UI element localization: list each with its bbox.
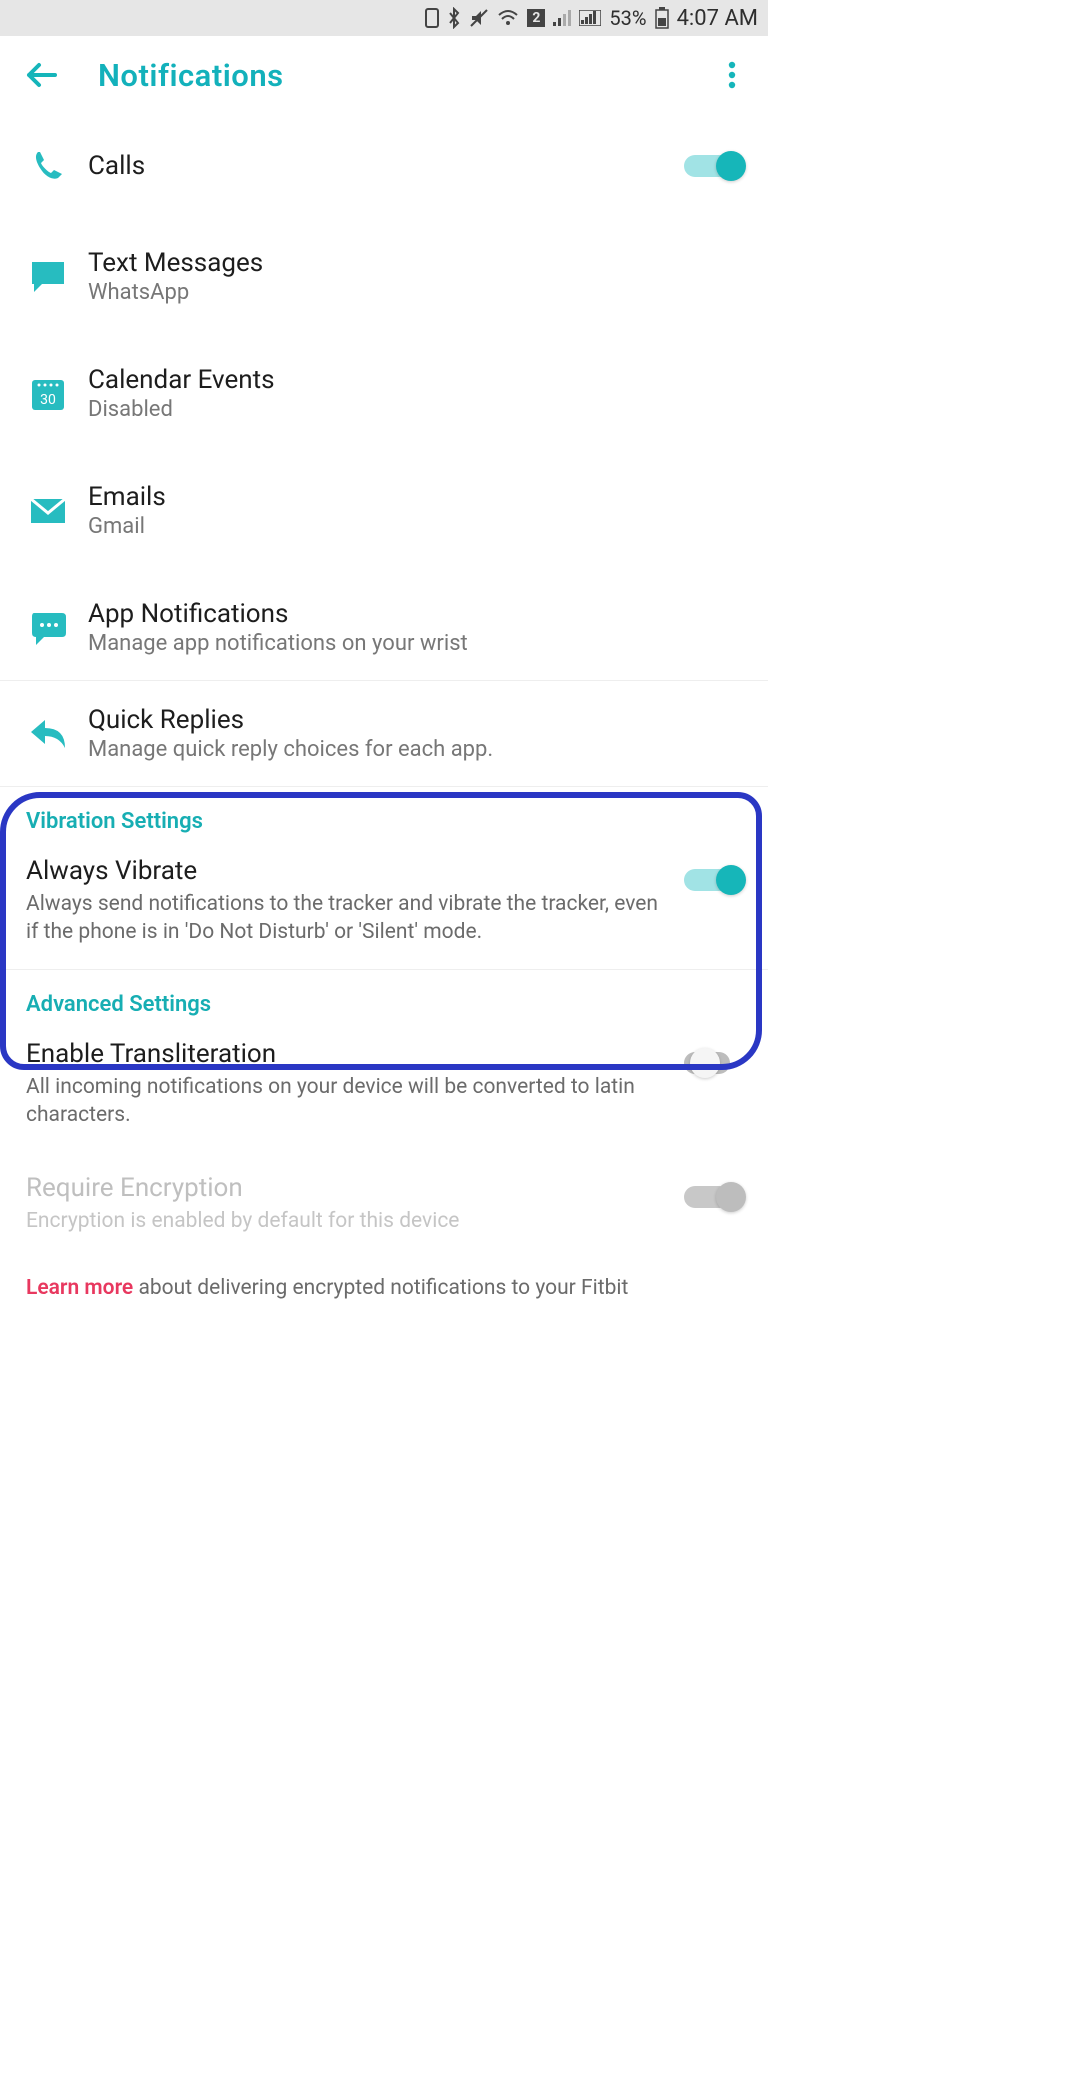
page-title: Notifications <box>98 57 284 94</box>
transliteration-title: Enable Transliteration <box>26 1039 668 1069</box>
text-messages-row[interactable]: Text Messages WhatsApp <box>0 212 768 329</box>
emails-title: Emails <box>88 482 742 512</box>
transliteration-desc: All incoming notifications on your devic… <box>26 1073 668 1130</box>
apps-sub: Manage app notifications on your wrist <box>88 631 742 656</box>
quick-title: Quick Replies <box>88 705 742 735</box>
learn-more-line: Learn more about delivering encrypted no… <box>0 1258 768 1306</box>
mail-icon <box>26 489 70 533</box>
svg-text:30: 30 <box>40 392 56 408</box>
encryption-title: Require Encryption <box>26 1173 668 1203</box>
app-notifications-row[interactable]: App Notifications Manage app notificatio… <box>0 563 768 681</box>
reply-icon <box>26 712 70 756</box>
always-vibrate-row[interactable]: Always Vibrate Always send notifications… <box>0 842 768 970</box>
encryption-row: Require Encryption Encryption is enabled… <box>0 1151 768 1257</box>
wifi-icon <box>497 9 519 27</box>
phone-icon <box>26 144 70 188</box>
calendar-row[interactable]: 30 Calendar Events Disabled <box>0 329 768 446</box>
app-header: Notifications <box>0 36 768 120</box>
encryption-toggle <box>684 1183 742 1211</box>
signal-icon <box>553 10 571 26</box>
device-icon <box>425 8 439 28</box>
chat-icon <box>26 255 70 299</box>
bluetooth-icon <box>447 7 461 29</box>
more-menu-button[interactable] <box>716 54 748 96</box>
battery-percent: 53% <box>609 6 646 30</box>
always-vibrate-toggle[interactable] <box>684 866 742 894</box>
signal-2-icon <box>579 10 601 26</box>
calls-title: Calls <box>88 151 684 181</box>
vibration-section-header: Vibration Settings <box>0 787 768 842</box>
mute-icon <box>469 8 489 28</box>
learn-more-link[interactable]: Learn more <box>26 1276 133 1300</box>
text-title: Text Messages <box>88 248 742 278</box>
sim-2-icon: 2 <box>527 9 545 27</box>
calendar-title: Calendar Events <box>88 365 742 395</box>
emails-sub: Gmail <box>88 514 742 539</box>
back-button[interactable] <box>20 54 62 96</box>
quick-sub: Manage quick reply choices for each app. <box>88 737 742 762</box>
transliteration-row[interactable]: Enable Transliteration All incoming noti… <box>0 1025 768 1152</box>
clock: 4:07 AM <box>677 6 758 31</box>
calendar-sub: Disabled <box>88 397 742 422</box>
apps-title: App Notifications <box>88 599 742 629</box>
calendar-icon: 30 <box>26 372 70 416</box>
transliteration-toggle[interactable] <box>684 1049 742 1077</box>
settings-list: Calls Text Messages WhatsApp 30 Calendar… <box>0 120 768 1306</box>
calls-row[interactable]: Calls <box>0 120 768 212</box>
learn-more-text: about delivering encrypted notifications… <box>133 1276 628 1300</box>
battery-icon <box>655 7 669 29</box>
text-sub: WhatsApp <box>88 280 742 305</box>
always-vibrate-title: Always Vibrate <box>26 856 668 886</box>
always-vibrate-desc: Always send notifications to the tracker… <box>26 890 668 947</box>
emails-row[interactable]: Emails Gmail <box>0 446 768 563</box>
status-bar: 2 53% 4:07 AM <box>0 0 768 36</box>
calls-toggle[interactable] <box>684 152 742 180</box>
message-icon <box>26 606 70 650</box>
advanced-section-header: Advanced Settings <box>0 970 768 1025</box>
encryption-desc: Encryption is enabled by default for thi… <box>26 1207 668 1235</box>
quick-replies-row[interactable]: Quick Replies Manage quick reply choices… <box>0 681 768 787</box>
